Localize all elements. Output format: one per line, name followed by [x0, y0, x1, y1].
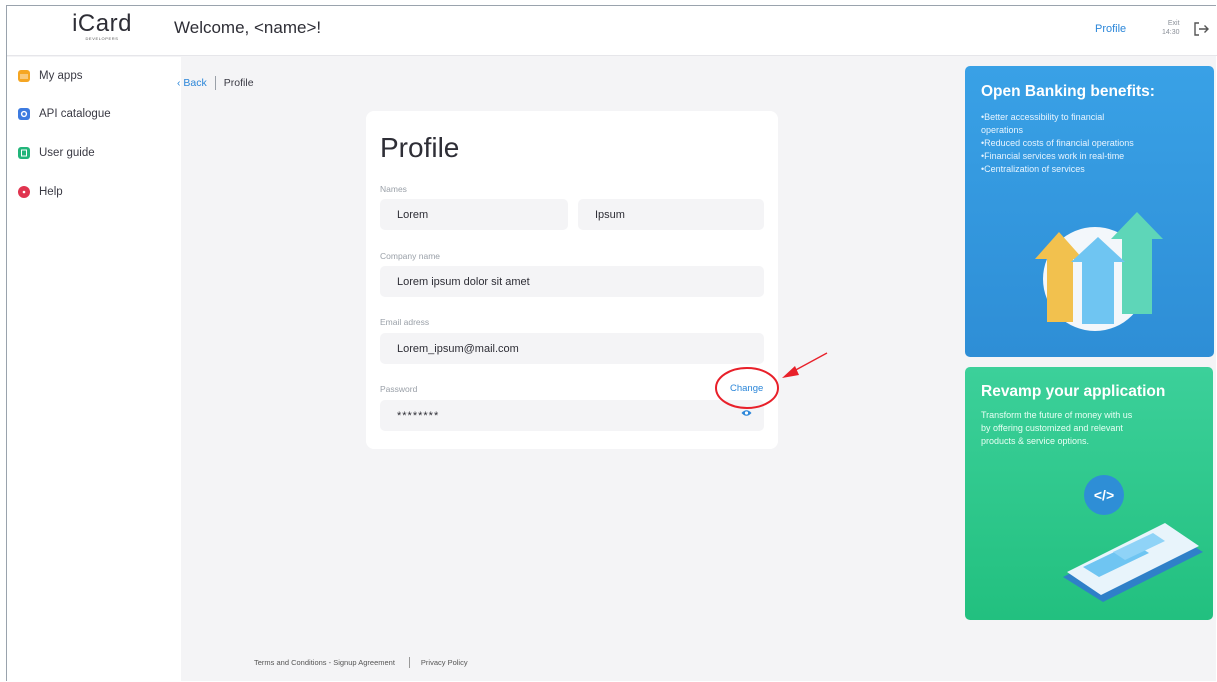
sidebar-item-my-apps[interactable]: My apps: [18, 66, 82, 86]
email-label: Email adress: [380, 317, 430, 327]
book-icon: [18, 147, 30, 159]
password-label: Password: [380, 384, 418, 394]
last-name-field[interactable]: Ipsum: [578, 199, 764, 230]
company-field[interactable]: Lorem ipsum dolor sit amet: [380, 266, 764, 297]
logo-subtext: DEVELOPERS: [85, 36, 119, 41]
gear-icon: [18, 108, 30, 120]
email-field[interactable]: Lorem_ipsum@mail.com: [380, 333, 764, 364]
company-label: Company name: [380, 251, 441, 261]
back-link[interactable]: ‹ Back: [177, 77, 207, 89]
sidebar-item-label: API catalogue: [39, 108, 111, 120]
sidebar-item-user-guide[interactable]: User guide: [18, 143, 95, 163]
promo-line: •Financial services work in real-time: [981, 151, 1125, 161]
exit-label: Exit: [1167, 20, 1180, 27]
promo-title: Revamp your application: [981, 383, 1166, 400]
exit-icon[interactable]: [1192, 20, 1210, 38]
code-icon: </>: [1084, 475, 1124, 515]
promo-line: Transform the future of money with us: [981, 410, 1133, 420]
help-icon: [18, 186, 30, 198]
phone-illustration: [1063, 523, 1203, 602]
terms-link[interactable]: Terms and Conditions - Signup Agreement: [254, 658, 395, 667]
logo-text: iCard: [72, 10, 132, 37]
session-info: Exit 14:30: [1162, 19, 1180, 37]
footer-divider: [408, 657, 410, 668]
sidebar-item-label: My apps: [39, 70, 83, 82]
first-name-field[interactable]: Lorem: [380, 199, 568, 230]
promo-line: •Better accessibility to financial: [981, 112, 1105, 122]
breadcrumb: ‹ Back Profile: [177, 76, 254, 90]
breadcrumb-divider: [214, 76, 216, 90]
promo-line: products & service options.: [981, 436, 1090, 446]
promo-line: •Reduced costs of financial operations: [981, 138, 1134, 148]
session-time: 14:30: [1162, 29, 1180, 36]
sidebar-item-help[interactable]: Help: [18, 182, 63, 202]
promo-text: Transform the future of money with us by…: [981, 409, 1132, 448]
growth-arrows-illustration: [1035, 212, 1163, 331]
footer: Terms and Conditions - Signup Agreement …: [254, 657, 468, 668]
page-title: Profile: [380, 132, 460, 163]
welcome-heading: Welcome, <name>!: [174, 18, 322, 37]
eye-icon[interactable]: [741, 409, 752, 417]
promo-line: operations: [981, 125, 1024, 135]
sidebar-item-api-catalogue[interactable]: API catalogue: [18, 104, 111, 124]
promo-line: •Centralization of services: [981, 164, 1085, 174]
sidebar-item-label: Help: [39, 186, 63, 198]
promo-revamp-application[interactable]: Revamp your application Transform the fu…: [965, 367, 1213, 620]
promo-line: by offering customized and relevant: [981, 423, 1123, 433]
privacy-link[interactable]: Privacy Policy: [421, 658, 468, 667]
names-label: Names: [380, 184, 407, 194]
folder-icon: [18, 70, 30, 82]
change-password-link[interactable]: Change: [730, 383, 763, 394]
password-field[interactable]: ********: [380, 400, 764, 431]
header-profile-link[interactable]: Profile: [1095, 23, 1126, 35]
promo-title: Open Banking benefits:: [981, 83, 1155, 100]
promo-open-banking[interactable]: Open Banking benefits: •Better accessibi…: [965, 66, 1214, 357]
breadcrumb-current: Profile: [223, 77, 254, 89]
promo-text: •Better accessibility to financial opera…: [981, 111, 1134, 176]
sidebar-item-label: User guide: [39, 147, 95, 159]
logo[interactable]: iCard DEVELOPERS: [57, 10, 147, 41]
